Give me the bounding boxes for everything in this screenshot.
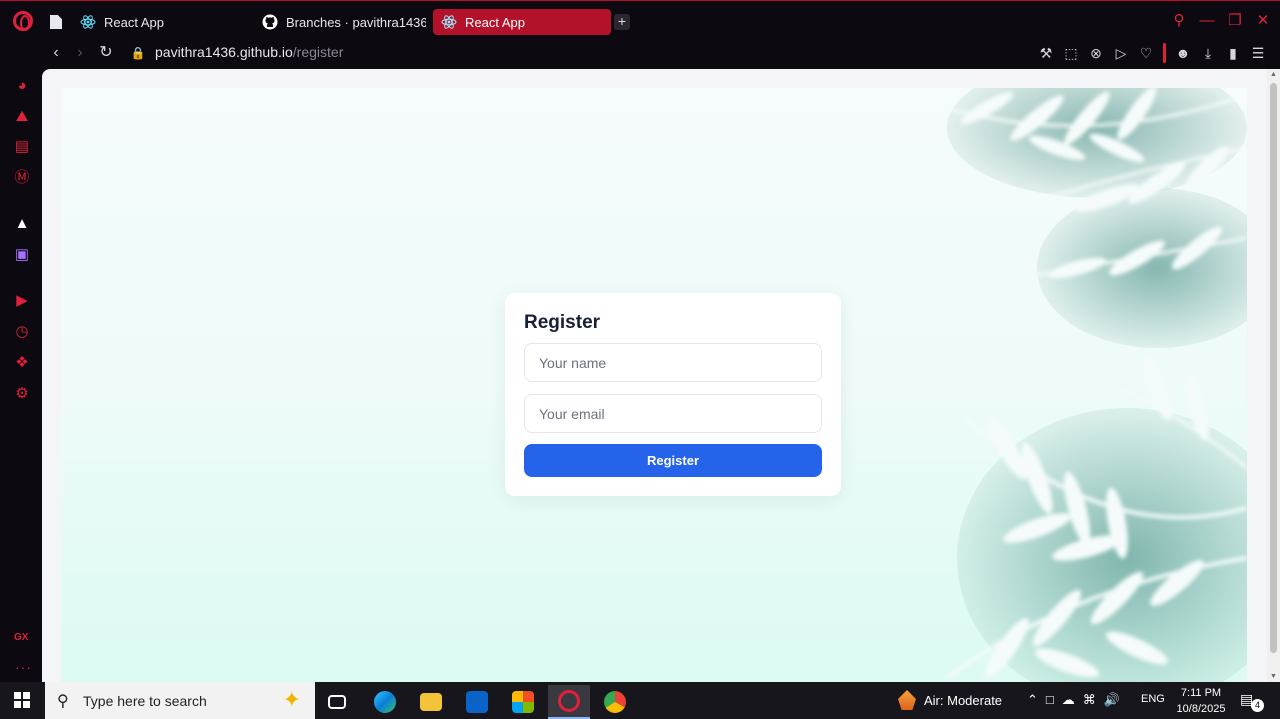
close-icon[interactable]: ✕ (1254, 12, 1272, 30)
gx-corner-icon[interactable]: GX (14, 632, 28, 643)
history-icon[interactable]: ◷ (12, 322, 32, 342)
minimize-icon[interactable]: — (1198, 12, 1216, 30)
react-icon (441, 14, 457, 30)
snapshot-icon[interactable]: ⬚ (1063, 44, 1079, 62)
copilot-sparkle-icon: ✦ (282, 687, 301, 712)
search-tabs-icon[interactable]: ⚲ (1170, 12, 1188, 30)
window-controls: ⚲ — ❐ ✕ (1170, 12, 1272, 30)
twitch-icon[interactable]: ▣ (12, 245, 32, 265)
microsoft-store-icon[interactable] (502, 685, 544, 719)
opera-gx-taskbar-icon[interactable] (548, 685, 590, 719)
gx-mods-icon[interactable]: Ⓜ (12, 168, 32, 188)
windows-taskbar: ⚲ Type here to search ✦ Air: Moderate ⌃ … (0, 682, 1280, 719)
extensions-icon[interactable]: ❖ (12, 353, 32, 373)
clock-time: 7:11 PM (1180, 687, 1222, 699)
page-title: Register (524, 312, 601, 333)
tab-label: Branches · pavithra1436/r (286, 14, 426, 30)
react-icon (80, 14, 96, 30)
address-bar-row: ‹ › ↻ 🔒 pavithra1436.github.io/register … (0, 41, 1280, 67)
account-icon[interactable]: ☻ (1175, 44, 1191, 62)
tab-bar: React App Branches · pavithra1436/r Reac… (0, 1, 1280, 41)
gx-cleaner-icon[interactable]: ▤ (12, 137, 32, 157)
register-card: Register Register (505, 293, 841, 496)
heart-icon[interactable]: ♡ (1138, 44, 1154, 62)
weather-widget[interactable]: Air: Moderate (898, 690, 1002, 710)
forward-icon[interactable]: › (70, 43, 90, 63)
aria-icon[interactable]: ▲ (12, 214, 32, 234)
back-icon[interactable]: ‹ (46, 43, 66, 63)
air-quality-label: Air: Moderate (924, 692, 1003, 708)
outlook-icon[interactable] (456, 685, 498, 719)
tab-github-branches[interactable]: Branches · pavithra1436/r (254, 9, 426, 35)
url-field[interactable]: pavithra1436.github.io/register (155, 44, 343, 60)
notification-badge: 4 (1251, 699, 1264, 712)
gx-control-icon[interactable]: ⛰ (12, 107, 32, 127)
new-tab-button[interactable]: + (614, 14, 630, 30)
chrome-icon[interactable] (594, 685, 636, 719)
clock[interactable]: 7:11 PM 10/8/2025 (1175, 685, 1227, 717)
meet-now-icon[interactable]: □ (1046, 692, 1054, 708)
search-icon: ⚲ (57, 693, 69, 710)
onedrive-icon[interactable]: ☁ (1062, 692, 1075, 708)
battery-icon[interactable]: ▮ (1225, 44, 1241, 62)
language-indicator[interactable]: ENG (1141, 693, 1165, 705)
tab-react-app-active[interactable]: React App (433, 9, 611, 35)
show-hidden-icons-icon[interactable]: ⌃ (1027, 692, 1038, 708)
search-placeholder: Type here to search (83, 693, 207, 709)
system-tray: ⌃ □ ☁ ⌘ 🔊 (1027, 692, 1120, 708)
notification-center-icon[interactable]: ▤ 4 (1240, 691, 1264, 712)
taskbar-search[interactable]: ⚲ Type here to search ✦ (45, 682, 315, 719)
name-field[interactable] (524, 343, 822, 382)
pin-icon[interactable]: ⚒ (1038, 44, 1054, 62)
scrollbar-thumb[interactable] (1270, 83, 1277, 653)
toolbar-divider (1163, 43, 1166, 63)
wifi-icon[interactable]: ⌘ (1083, 692, 1096, 708)
windows-start-icon[interactable] (14, 692, 30, 708)
register-button[interactable]: Register (524, 444, 822, 477)
opera-logo-icon[interactable] (13, 11, 33, 31)
register-page: Register Register (61, 88, 1247, 682)
download-icon[interactable]: ⤓ (1200, 44, 1216, 62)
air-quality-icon (898, 690, 916, 710)
tab-react-app-1[interactable]: React App (72, 9, 250, 35)
task-view-icon[interactable] (316, 685, 358, 719)
email-field[interactable] (524, 394, 822, 433)
volume-icon[interactable]: 🔊 (1104, 692, 1120, 708)
more-icon[interactable]: ··· (15, 659, 32, 675)
lock-icon[interactable]: 🔒 (128, 43, 148, 63)
toolbar: ⚒ ⬚ ⊗ ▷ ♡ ☻ ⤓ ▮ ☰ (1038, 43, 1266, 63)
fern-leaves-decoration (945, 88, 1247, 682)
adblock-icon[interactable]: ⊗ (1088, 44, 1104, 62)
restore-icon[interactable]: ❐ (1226, 12, 1244, 30)
tab-label: React App (104, 14, 164, 30)
sidebar: ◕ ⛰ ▤ Ⓜ ▲ ▣ ▶ ◷ ❖ ⚙ GX ··· (0, 71, 44, 683)
url-path: /register (292, 44, 344, 60)
speed-dial-icon[interactable]: ◕ (12, 76, 32, 96)
scroll-down-icon[interactable]: ▼ (1269, 673, 1278, 680)
player-icon[interactable]: ▶ (12, 291, 32, 311)
reload-icon[interactable]: ↻ (96, 43, 116, 63)
page-scrollbar[interactable]: ▲ ▼ (1267, 69, 1280, 682)
send-icon[interactable]: ▷ (1113, 44, 1129, 62)
file-explorer-icon[interactable] (410, 685, 452, 719)
settings-icon[interactable]: ⚙ (12, 384, 32, 404)
menu-icon[interactable]: ☰ (1250, 44, 1266, 62)
page-viewport: Register Register (42, 69, 1267, 682)
edge-icon[interactable] (364, 685, 406, 719)
github-icon (262, 14, 278, 30)
url-host: pavithra1436.github.io (155, 44, 293, 60)
document-icon[interactable] (50, 15, 62, 29)
clock-date: 10/8/2025 (1176, 703, 1226, 715)
scroll-up-icon[interactable]: ▲ (1269, 71, 1278, 78)
tab-label: React App (465, 14, 525, 30)
